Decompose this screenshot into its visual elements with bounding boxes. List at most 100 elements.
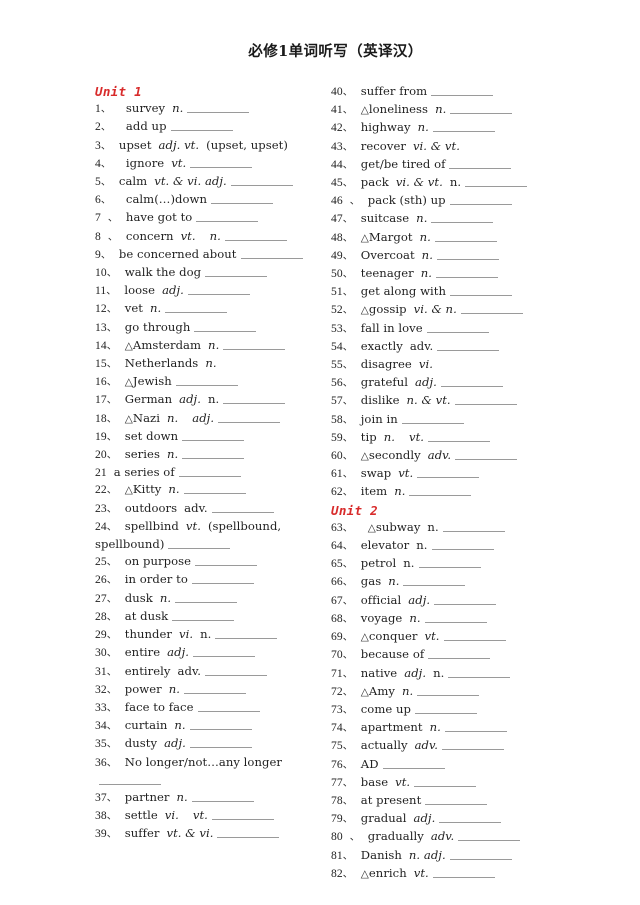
answer-blank[interactable] xyxy=(450,102,513,115)
answer-blank[interactable] xyxy=(193,645,255,658)
answer-blank[interactable] xyxy=(191,572,254,585)
entry-separator: 、 xyxy=(342,360,353,372)
answer-blank[interactable] xyxy=(409,484,472,497)
entry-term: settle xyxy=(124,808,158,823)
entry-number: 39 xyxy=(95,827,107,841)
answer-blank[interactable] xyxy=(197,700,260,712)
answer-blank[interactable] xyxy=(172,609,235,621)
column-right: 40、 suffer from 41、 △loneliness n. 42、 hig… xyxy=(327,83,559,883)
answer-blank[interactable] xyxy=(449,193,512,206)
vocab-entry: 54、 exactly adv. xyxy=(331,338,559,356)
answer-blank[interactable] xyxy=(215,627,278,640)
answer-blank[interactable] xyxy=(437,339,500,351)
answer-blank[interactable] xyxy=(436,248,499,260)
answer-blank[interactable] xyxy=(440,375,503,388)
answer-blank[interactable] xyxy=(99,773,161,785)
answer-blank[interactable] xyxy=(460,302,523,315)
answer-blank[interactable] xyxy=(425,793,488,805)
part-of-speech: n. xyxy=(427,519,439,534)
answer-blank[interactable] xyxy=(443,629,506,642)
answer-blank[interactable] xyxy=(434,593,497,605)
answer-blank[interactable] xyxy=(211,192,274,205)
entry-number: 45 xyxy=(331,176,343,190)
answer-blank[interactable] xyxy=(196,210,259,223)
answer-blank[interactable] xyxy=(217,826,280,839)
answer-blank[interactable] xyxy=(178,465,241,478)
answer-blank[interactable] xyxy=(223,392,286,405)
answer-blank[interactable] xyxy=(418,556,481,569)
answer-blank[interactable] xyxy=(424,611,487,623)
answer-blank[interactable] xyxy=(187,101,250,114)
answer-blank[interactable] xyxy=(189,736,252,749)
answer-blank[interactable] xyxy=(187,283,250,296)
answer-blank[interactable] xyxy=(382,757,445,769)
answer-blank[interactable] xyxy=(230,174,293,187)
answer-blank[interactable] xyxy=(218,411,281,423)
answer-blank[interactable] xyxy=(414,775,477,787)
answer-blank[interactable] xyxy=(436,266,499,279)
vocab-entry: 70、 because of xyxy=(331,646,559,664)
answer-blank[interactable] xyxy=(431,538,494,551)
answer-blank[interactable] xyxy=(182,447,245,460)
answer-blank[interactable] xyxy=(455,448,518,461)
answer-blank[interactable] xyxy=(224,229,287,241)
answer-blank[interactable] xyxy=(439,811,502,824)
answer-blank[interactable] xyxy=(194,320,257,332)
answer-blank[interactable] xyxy=(189,718,252,731)
answer-blank[interactable] xyxy=(182,429,245,441)
answer-blank[interactable] xyxy=(432,120,495,133)
answer-blank[interactable] xyxy=(449,157,512,169)
answer-blank[interactable] xyxy=(191,790,254,802)
answer-blank[interactable] xyxy=(426,321,489,333)
answer-blank[interactable] xyxy=(465,175,528,188)
answer-blank[interactable] xyxy=(431,84,494,96)
entry-number: 48 xyxy=(331,230,343,244)
answer-blank[interactable] xyxy=(240,247,303,259)
entry-separator: 、 xyxy=(342,323,353,335)
answer-blank[interactable] xyxy=(428,647,491,660)
answer-blank[interactable] xyxy=(205,265,268,278)
answer-blank[interactable] xyxy=(458,829,521,842)
answer-blank[interactable] xyxy=(184,682,247,694)
vocab-entry: 60、 △secondly adv. xyxy=(331,447,559,465)
answer-blank[interactable] xyxy=(428,430,491,442)
answer-blank[interactable] xyxy=(175,374,238,387)
answer-blank[interactable] xyxy=(223,338,286,350)
answer-blank[interactable] xyxy=(454,393,517,406)
answer-blank[interactable] xyxy=(434,230,497,242)
answer-blank[interactable] xyxy=(168,537,231,550)
answer-blank[interactable] xyxy=(195,554,258,567)
vocab-entry: 13、 go through xyxy=(95,319,321,337)
answer-blank[interactable] xyxy=(175,591,238,603)
entry-separator: 、 xyxy=(100,249,111,261)
answer-blank[interactable] xyxy=(183,482,246,495)
entry-term: be concerned about xyxy=(118,246,237,261)
entry-term: because of xyxy=(360,647,425,662)
entry-term: highway xyxy=(360,120,411,135)
answer-blank[interactable] xyxy=(431,211,494,224)
answer-blank[interactable] xyxy=(211,501,274,513)
answer-blank[interactable] xyxy=(450,284,513,297)
entry-number: 42 xyxy=(331,121,343,135)
answer-blank[interactable] xyxy=(448,666,511,678)
answer-blank[interactable] xyxy=(204,664,267,676)
answer-blank[interactable] xyxy=(170,119,233,132)
answer-blank[interactable] xyxy=(444,720,507,733)
part-of-speech: n. xyxy=(449,175,462,190)
answer-blank[interactable] xyxy=(415,702,478,714)
vocab-entry: 35、 dusty adj. xyxy=(95,735,321,753)
answer-blank[interactable] xyxy=(401,412,464,424)
answer-blank[interactable] xyxy=(417,466,480,479)
entry-term: gradual xyxy=(360,811,407,826)
answer-blank[interactable] xyxy=(442,520,505,532)
answer-blank[interactable] xyxy=(211,808,274,821)
answer-blank[interactable] xyxy=(449,848,512,860)
vocab-entry: 9、 be concerned about xyxy=(95,246,321,264)
part-of-speech: vi. xyxy=(164,808,179,823)
answer-blank[interactable] xyxy=(432,866,495,878)
answer-blank[interactable] xyxy=(190,156,253,168)
answer-blank[interactable] xyxy=(441,738,504,751)
answer-blank[interactable] xyxy=(417,684,480,696)
answer-blank[interactable] xyxy=(165,301,228,314)
answer-blank[interactable] xyxy=(403,574,466,587)
